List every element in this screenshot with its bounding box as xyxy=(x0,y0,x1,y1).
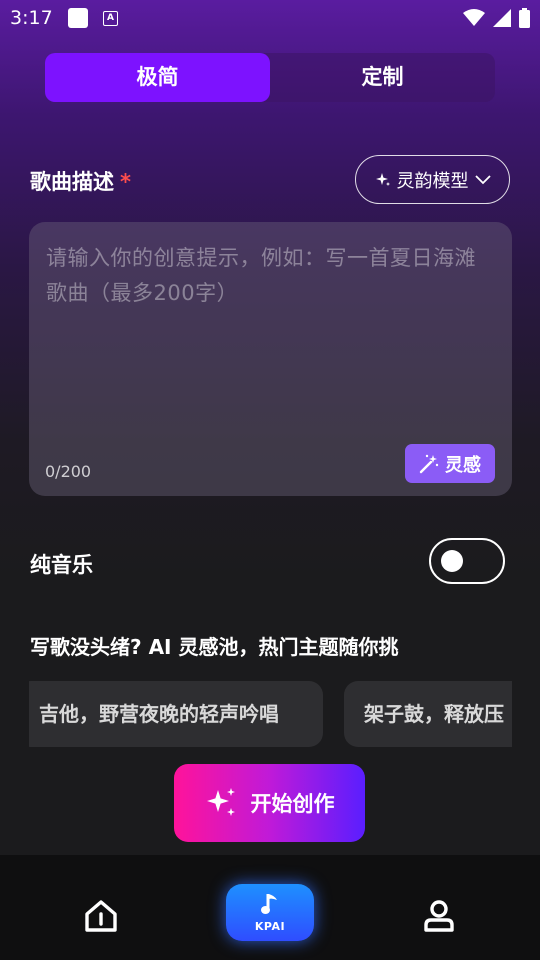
notification-box-icon xyxy=(68,8,88,28)
keyboard-a-icon: A xyxy=(103,11,118,26)
home-icon[interactable] xyxy=(82,897,120,935)
toggle-knob xyxy=(441,550,463,572)
model-selector-label: 灵韵模型 xyxy=(396,170,469,192)
pure-music-toggle[interactable] xyxy=(429,538,505,584)
model-selector-button[interactable]: 灵韵模型 xyxy=(355,155,510,204)
start-create-button[interactable]: 开始创作 xyxy=(174,764,365,842)
inspiration-chips: 吉他，野营夜晚的轻声吟唱 架子鼓，释放压 xyxy=(29,681,512,747)
pure-music-label: 纯音乐 xyxy=(30,553,93,577)
music-note-icon xyxy=(261,894,277,914)
wifi-icon xyxy=(463,9,485,26)
magic-wand-icon xyxy=(419,454,439,473)
start-create-label: 开始创作 xyxy=(250,792,335,816)
sparkle-icon xyxy=(375,172,390,186)
inspire-button[interactable]: 灵感 xyxy=(405,444,495,483)
mode-tabs: 极简 定制 xyxy=(45,53,495,102)
inspiration-chip[interactable]: 架子鼓，释放压 xyxy=(344,681,512,747)
tab-custom[interactable]: 定制 xyxy=(270,53,495,102)
inspiration-pool-title: 写歌没头绪? AI 灵感池，热门主题随你挑 xyxy=(30,635,399,659)
signal-icon xyxy=(493,9,511,27)
status-right-icons xyxy=(463,8,530,28)
status-time: 3:17 xyxy=(10,7,53,29)
song-description-title: 歌曲描述 * xyxy=(30,166,131,196)
nav-kpai-label: KPAI xyxy=(254,920,286,933)
user-icon[interactable] xyxy=(420,897,458,935)
prompt-input[interactable]: 请输入你的创意提示，例如：写一首夏日海滩歌曲（最多200字） 0/200 灵感 xyxy=(29,222,512,496)
battery-icon xyxy=(519,8,530,28)
char-counter: 0/200 xyxy=(45,462,92,481)
inspiration-chip[interactable]: 吉他，野营夜晚的轻声吟唱 xyxy=(29,681,323,747)
sparkle-icon xyxy=(206,788,235,816)
tab-simple[interactable]: 极简 xyxy=(45,53,270,102)
required-mark: * xyxy=(120,170,131,194)
nav-kpai-button[interactable]: KPAI xyxy=(226,884,314,941)
chevron-down-icon xyxy=(474,174,491,184)
prompt-placeholder: 请输入你的创意提示，例如：写一首夏日海滩歌曲（最多200字） xyxy=(46,246,476,305)
song-description-label: 歌曲描述 xyxy=(30,170,114,194)
inspire-label: 灵感 xyxy=(445,454,481,476)
status-bar: 3:17 A xyxy=(0,0,540,38)
bottom-nav: KPAI xyxy=(0,855,540,960)
